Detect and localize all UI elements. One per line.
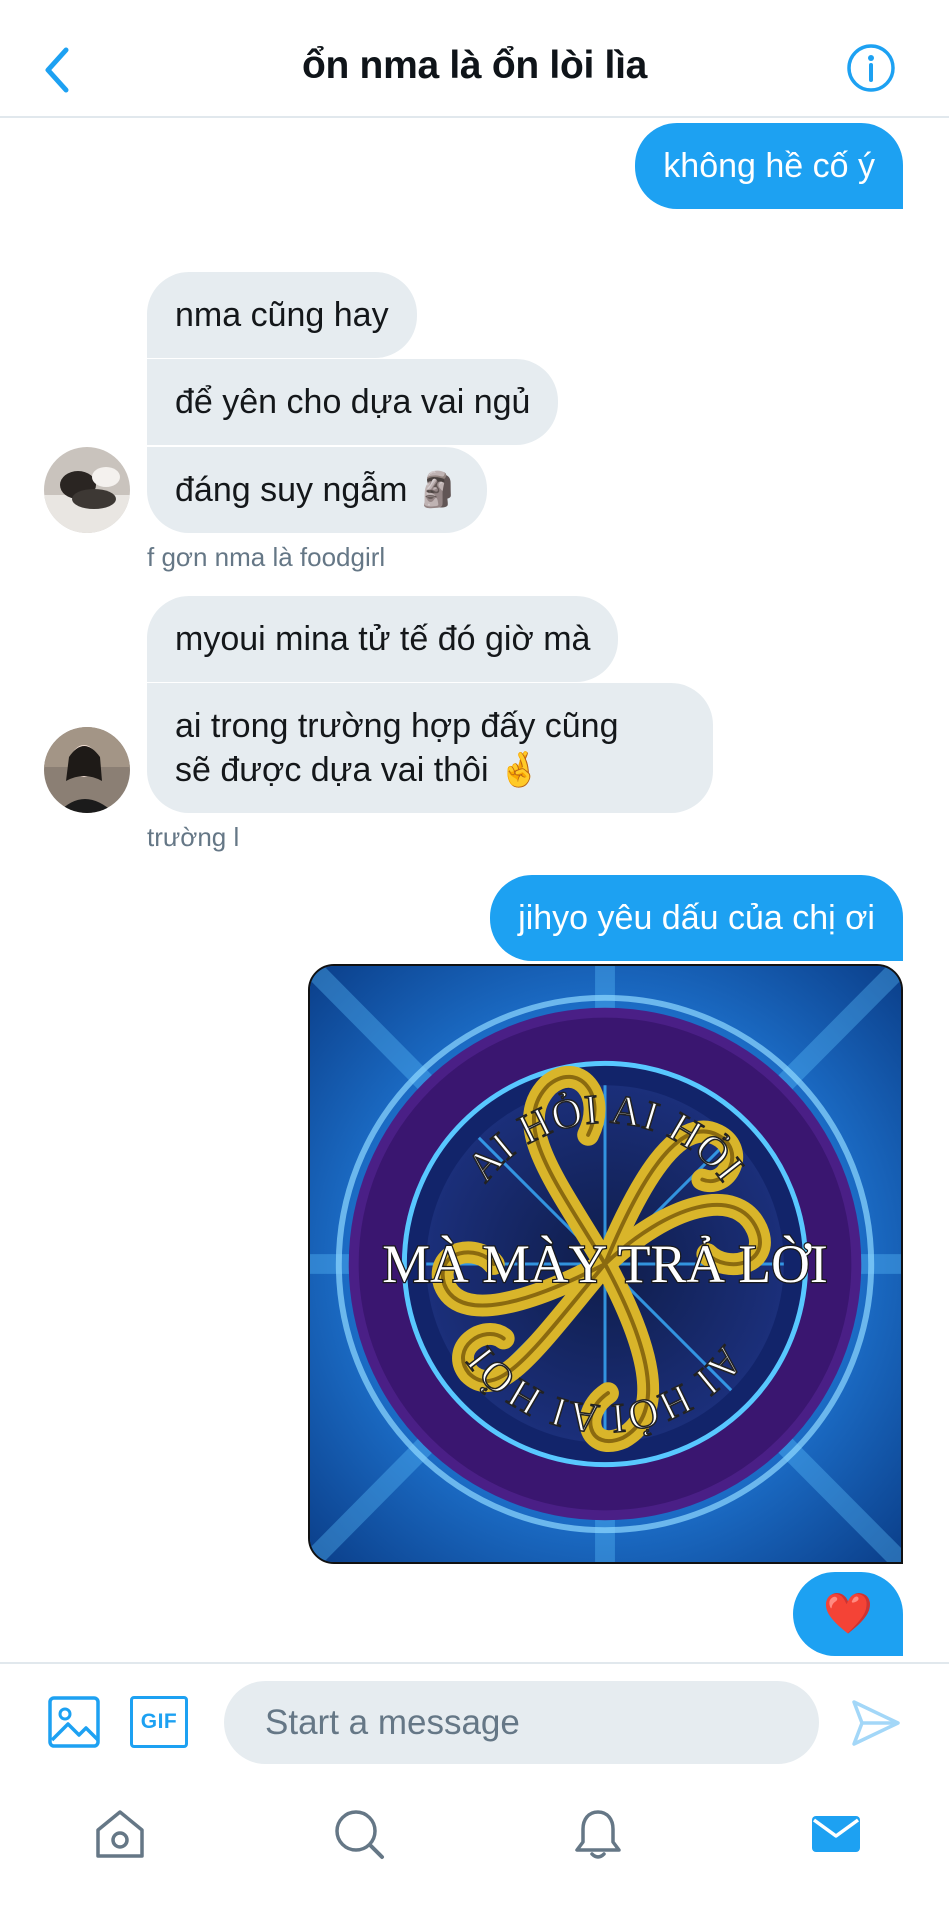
add-image-button[interactable] [46,1694,102,1755]
nav-messages[interactable] [808,1806,864,1867]
avatar-photo-icon [44,447,130,533]
incoming-message-bubble[interactable]: để yên cho dựa vai ngủ [147,359,559,445]
send-icon [852,1700,900,1746]
conversation-title: ổn nma là ổn lòi lìa [301,44,648,87]
message-text-line: sẽ được dựa vai thôi 🤞 [175,751,541,789]
meme-image[interactable]: AI HỎI AI HỎI MÀ MÀY TRẢ LỜI AI HỎI AI H… [308,964,903,1564]
message-text: không hề cố ý [663,147,875,185]
nav-notifications[interactable] [570,1806,626,1867]
heart-emoji: ❤️ [823,1592,873,1636]
meme-graphic: AI HỎI AI HỎI MÀ MÀY TRẢ LỜI AI HỎI AI H… [310,966,901,1562]
message-input[interactable] [224,1681,819,1764]
message-text: jihyo yêu dấu của chị ơi [518,899,875,937]
sender-name: f gơn nma là foodgirl [147,542,386,572]
add-gif-button[interactable]: GIF [130,1696,188,1748]
conversation-info-button[interactable] [846,43,896,93]
message-text: nma cũng hay [175,296,389,334]
notifications-icon [575,1810,621,1859]
outgoing-message-bubble[interactable]: không hề cố ý [635,123,903,209]
info-icon [847,44,895,92]
search-icon [335,1810,384,1859]
incoming-message-bubble[interactable]: đáng suy ngẫm 🗿 [147,447,488,533]
outgoing-heart-message[interactable]: ❤️ [793,1572,903,1656]
sender-avatar[interactable] [44,447,130,533]
image-icon [48,1696,100,1748]
incoming-message-bubble[interactable]: ai trong trường hợp đấy cũng sẽ được dựa… [147,683,713,813]
composer-divider [0,1662,949,1664]
dm-conversation-screen: ổn nma là ổn lòi lìa không hề cố ý nma c… [0,0,949,1920]
message-text: myoui mina tử tế đó giờ mà [175,620,591,658]
nav-home[interactable] [92,1806,148,1867]
incoming-message-bubble[interactable]: nma cũng hay [147,272,417,358]
send-button[interactable] [850,1698,902,1753]
message-text: để yên cho dựa vai ngủ [175,383,531,421]
sender-avatar[interactable] [44,727,130,813]
incoming-message-bubble[interactable]: myoui mina tử tế đó giờ mà [147,596,619,682]
message-text: đáng suy ngẫm 🗿 [175,471,460,509]
home-icon [96,1810,144,1858]
meme-middle-text: MÀ MÀY TRẢ LỜI [382,1234,827,1294]
sender-name: trường l [147,822,240,852]
chevron-left-icon [45,47,69,93]
nav-search[interactable] [331,1806,387,1867]
gif-label: GIF [140,1710,178,1733]
messages-icon [812,1816,860,1852]
back-button[interactable] [38,42,78,98]
message-text-line: ai trong trường hợp đấy cũng [175,707,619,745]
avatar-photo-icon [44,727,130,813]
outgoing-message-bubble[interactable]: jihyo yêu dấu của chị ơi [490,875,903,961]
conversation-header: ổn nma là ổn lòi lìa [0,0,949,118]
